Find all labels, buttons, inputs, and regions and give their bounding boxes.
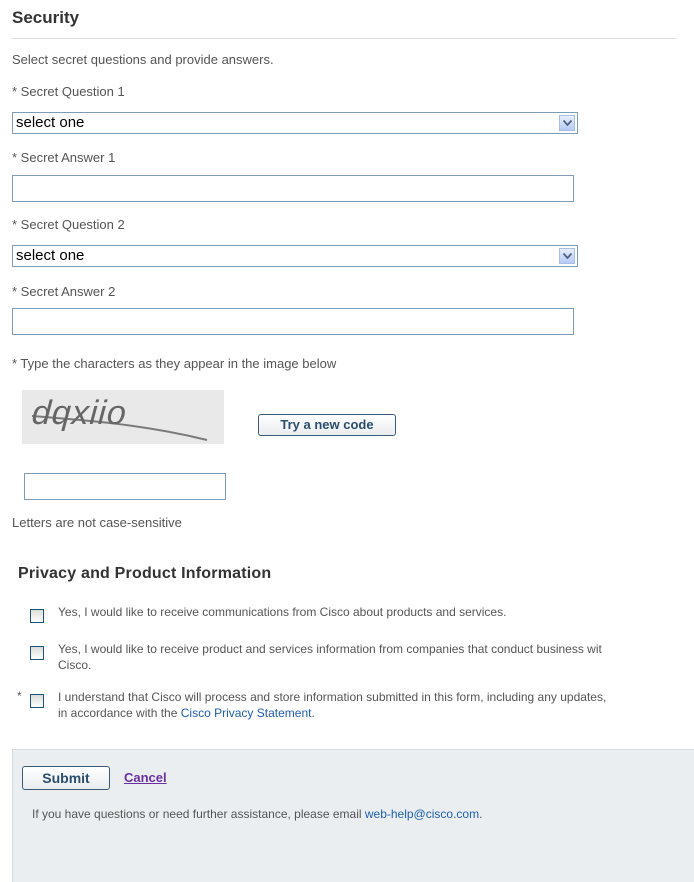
cancel-link[interactable]: Cancel xyxy=(124,770,167,785)
required-asterisk: * xyxy=(17,689,22,703)
captcha-instruction: * Type the characters as they appear in … xyxy=(12,356,337,371)
privacy-consent-text-line2: in accordance with the Cisco Privacy Sta… xyxy=(58,705,315,721)
case-note: Letters are not case-sensitive xyxy=(12,515,182,530)
answer2-input[interactable] xyxy=(12,308,574,335)
help-text-prefix: If you have questions or need further as… xyxy=(32,807,365,821)
question1-selected-value: select one xyxy=(16,114,85,131)
help-text: If you have questions or need further as… xyxy=(32,806,482,822)
question2-label: * Secret Question 2 xyxy=(12,217,125,232)
captcha-input[interactable] xyxy=(24,473,226,500)
answer2-label: * Secret Answer 2 xyxy=(12,284,116,299)
communications-checkbox[interactable] xyxy=(30,609,44,623)
help-email-link[interactable]: web-help@cisco.com xyxy=(365,807,479,821)
privacy-consent-text: I understand that Cisco will process and… xyxy=(58,690,607,704)
privacy-consent-checkbox[interactable] xyxy=(30,694,44,708)
question1-label: * Secret Question 1 xyxy=(12,84,125,99)
partner-info-option-text-line2: Cisco. xyxy=(58,658,92,672)
partner-info-checkbox[interactable] xyxy=(30,646,44,660)
communications-option-text: Yes, I would like to receive communicati… xyxy=(58,605,507,619)
privacy-heading: Privacy and Product Information xyxy=(18,565,272,582)
answer1-label: * Secret Answer 1 xyxy=(12,150,116,165)
security-heading: Security xyxy=(12,8,80,27)
try-new-code-button[interactable]: Try a new code xyxy=(258,414,396,436)
submit-button[interactable]: Submit xyxy=(22,766,110,790)
question2-select[interactable]: select one xyxy=(12,245,578,267)
privacy-consent-suffix: . xyxy=(311,706,315,720)
captcha-text: dqxiio xyxy=(30,394,129,432)
section-divider xyxy=(12,38,676,39)
privacy-statement-link[interactable]: Cisco Privacy Statement xyxy=(181,706,312,720)
help-text-suffix: . xyxy=(479,807,483,821)
question2-selected-value: select one xyxy=(16,247,85,264)
partner-info-option-text: Yes, I would like to receive product and… xyxy=(58,642,602,656)
captcha-image: dqxiio xyxy=(22,390,224,444)
security-intro: Select secret questions and provide answ… xyxy=(12,52,274,67)
chevron-down-icon[interactable] xyxy=(559,248,575,264)
chevron-down-icon[interactable] xyxy=(559,115,575,131)
privacy-consent-prefix: in accordance with the xyxy=(58,706,181,720)
question1-select[interactable]: select one xyxy=(12,112,578,134)
answer1-input[interactable] xyxy=(12,175,574,202)
